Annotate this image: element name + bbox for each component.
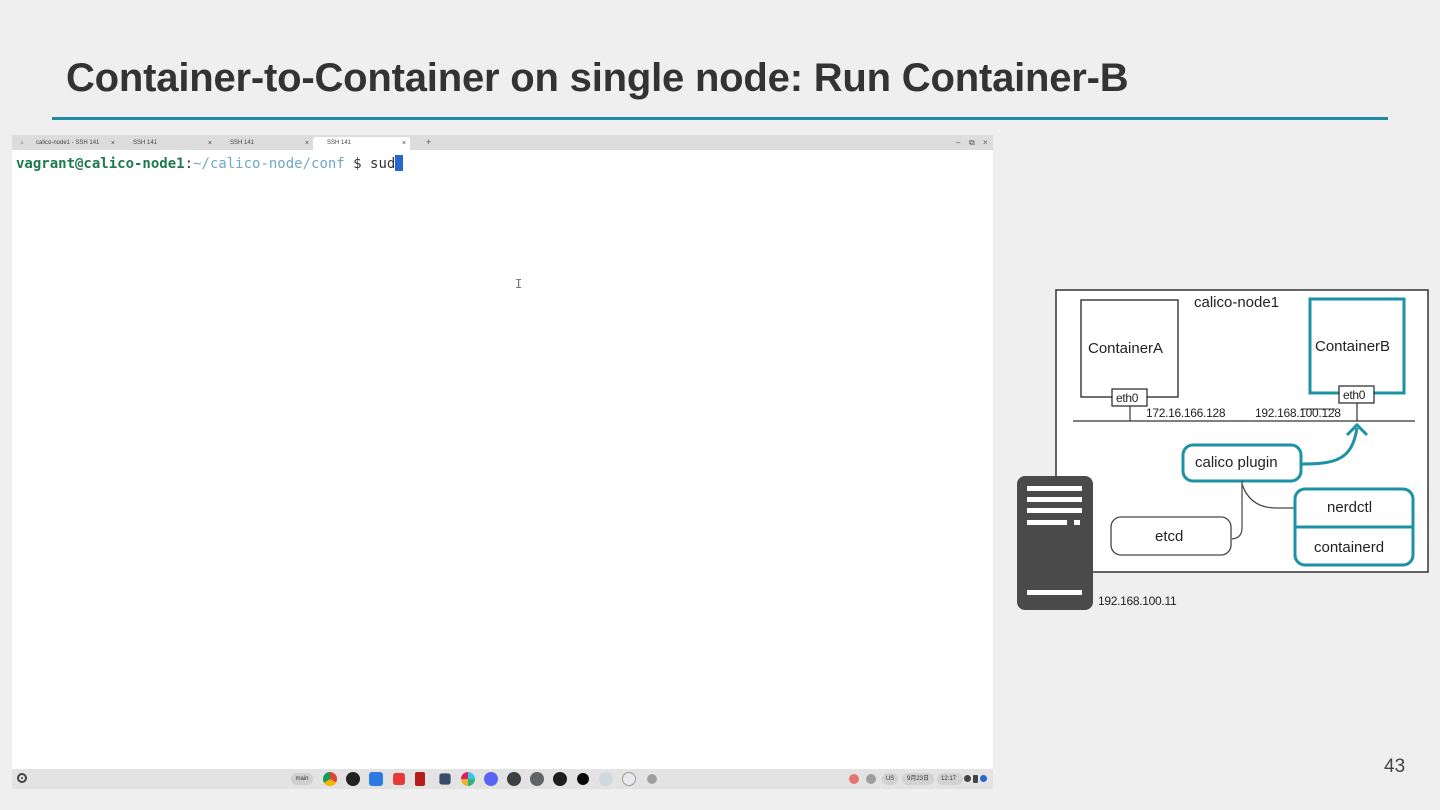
prompt-user-host: vagrant@calico-node1 [16,156,185,172]
record-icon[interactable] [849,774,859,784]
terminal-icon[interactable] [507,772,521,786]
input-method[interactable]: US [882,773,898,785]
terminal-prompt-line[interactable]: vagrant@calico-node1:~/calico-node/conf … [16,155,404,172]
tab-ssh-3[interactable]: SSH 141 × [216,137,313,150]
vscode-icon[interactable] [599,772,613,786]
tab-label: SSH 141 [327,140,352,146]
etcd-label: etcd [1155,528,1184,545]
os-shelf: main US 9月23日 12:17 [12,769,993,789]
prompt-symbol: $ [344,156,371,172]
dev-icon[interactable] [530,772,544,786]
files-icon[interactable] [369,772,383,786]
container-a-label: ContainerA [1088,340,1164,357]
tab-calico-node1[interactable]: calico-node1 - SSH 141 × [22,137,119,150]
close-icon[interactable]: × [402,137,406,150]
slide-title: Container-to-Container on single node: R… [66,56,1129,100]
eth-a-label: eth0 [1116,391,1139,405]
page-number: 43 [1384,756,1406,777]
ip-a-label: 172.16.166.128 [1146,406,1226,420]
tab-bar: ⌕ calico-node1 - SSH 141 × SSH 141 × SSH… [12,135,993,150]
close-icon[interactable]: × [208,137,212,150]
nerdctl-label: nerdctl [1327,499,1373,516]
bitwarden-icon[interactable] [439,773,451,785]
figma-icon[interactable] [553,772,567,786]
tab-label: SSH 141 [133,140,158,146]
node-label: calico-node1 [1194,294,1280,311]
restore-icon[interactable]: ⧉ [969,136,975,149]
youtube-icon[interactable] [393,773,405,785]
gnome-icon[interactable] [346,772,360,786]
prompt-path: ~/calico-node/conf [193,156,345,172]
close-icon[interactable]: × [111,137,115,150]
tab-ssh-active[interactable]: SSH 141 × [313,137,410,150]
close-icon[interactable]: × [305,137,309,150]
server-icon [1017,476,1093,610]
wifi-icon [964,775,971,782]
close-window-icon[interactable]: × [983,136,988,149]
command-input[interactable]: sud [370,156,395,172]
slack-icon[interactable] [461,772,475,786]
tab-label: calico-node1 - SSH 141 [36,140,100,146]
title-divider [52,117,1388,120]
tab-label: SSH 141 [230,140,255,146]
prompt-separator: : [184,156,194,172]
network-diagram: calico-node1 ContainerA ContainerB eth0 … [1016,288,1430,618]
date-chip[interactable]: 9月23日 [902,773,934,785]
clipboard-icon[interactable] [866,774,876,784]
chrome-icon[interactable] [323,772,337,786]
battery-icon [973,775,978,783]
assistant-icon[interactable] [622,772,636,786]
terminal-window: ⌕ calico-node1 - SSH 141 × SSH 141 × SSH… [12,135,993,789]
containerd-label: containerd [1314,539,1385,556]
clock[interactable]: 12:17 [937,773,963,785]
desk-button[interactable]: main [291,773,313,785]
new-tab-button[interactable]: + [426,136,431,149]
discord-icon[interactable] [484,772,498,786]
netflix-icon[interactable] [415,772,425,786]
minimize-icon[interactable]: – [956,136,960,149]
tab-ssh-2[interactable]: SSH 141 × [119,137,216,150]
eth-b-label: eth0 [1343,388,1366,402]
app-icon[interactable] [577,773,589,785]
container-b-label: ContainerB [1315,338,1391,355]
host-ip-label: 192.168.100.11 [1098,594,1177,608]
settings-icon[interactable] [647,774,657,784]
text-cursor [395,155,404,171]
launcher-icon[interactable] [17,773,27,783]
mouse-ibeam-icon: I [515,277,523,291]
calico-plugin-label: calico plugin [1195,454,1278,471]
status-icon [980,775,987,782]
ip-b-label: 192.168.100.128 [1255,406,1341,420]
